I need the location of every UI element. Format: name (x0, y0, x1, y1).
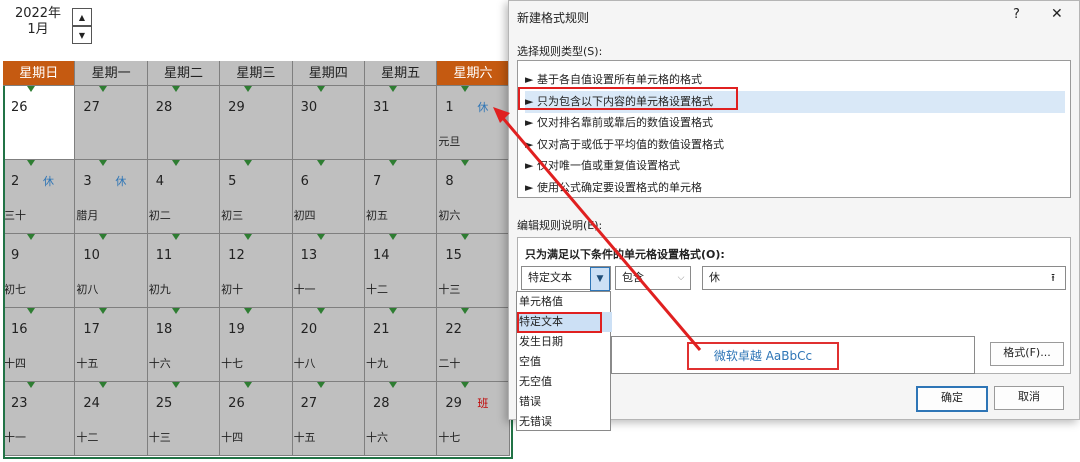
rule-type-item[interactable]: ► 使用公式确定要设置格式的单元格 (525, 177, 702, 199)
rule-type-combo-value: 特定文本 (528, 271, 572, 284)
operator-combo[interactable]: 包含 ⌵ (615, 266, 691, 290)
dialog-title: 新建格式规则 (517, 11, 590, 25)
selection-frame (3, 86, 513, 459)
close-icon[interactable]: ✕ (1051, 6, 1063, 22)
year-label: 2022年 (14, 6, 62, 21)
dropdown-option[interactable]: 空值 (517, 352, 612, 372)
rule-type-item[interactable]: ► 仅对高于或低于平均值的数值设置格式 (525, 134, 724, 156)
rule-type-item[interactable]: ► 仅对唯一值或重复值设置格式 (525, 155, 680, 177)
highlight-box-option (517, 312, 602, 333)
rule-type-combo[interactable]: 特定文本 ▼ (521, 266, 611, 291)
rule-type-label: 选择规则类型(S): (517, 45, 603, 58)
chevron-down-icon[interactable]: ⌵ (672, 267, 690, 289)
help-button[interactable]: ? (1013, 7, 1020, 22)
month-label: 1月 (27, 22, 49, 37)
year-month-display: 2022年 1月 (14, 6, 62, 38)
dropdown-option[interactable]: 单元格值 (517, 292, 612, 312)
highlight-box-rule (518, 87, 738, 110)
format-preview-text: 微软卓越 AaBbCc (687, 342, 839, 370)
spin-up-button[interactable]: ▲ (72, 8, 92, 26)
format-button[interactable]: 格式(F)... (990, 342, 1064, 366)
rule-type-list: ► 基于各自值设置所有单元格的格式 ► 只为包含以下内容的单元格设置格式 ► 仅对排… (517, 60, 1071, 198)
dropdown-option[interactable]: 无空值 (517, 372, 612, 392)
chevron-down-icon[interactable]: ▼ (590, 267, 610, 291)
cancel-button[interactable]: 取消 (994, 386, 1064, 410)
operator-combo-value: 包含 (622, 271, 644, 284)
condition-heading: 只为满足以下条件的单元格设置格式(O): (525, 248, 725, 261)
weekday-header-cell: 星期日 (3, 61, 76, 86)
weekday-header: 星期日 星期一 星期二 星期三 星期四 星期五 星期六 (3, 61, 510, 86)
dropdown-option[interactable]: 错误 (517, 392, 612, 412)
collapse-icon[interactable]: ⭱ (1045, 269, 1061, 287)
weekday-header-cell: 星期六 (437, 61, 510, 86)
dropdown-option[interactable]: 无错误 (517, 412, 612, 432)
text-value-input[interactable]: 休 (702, 266, 1066, 290)
triangle-up-icon: ▲ (78, 12, 86, 22)
weekday-header-cell: 星期四 (292, 61, 365, 86)
triangle-down-icon: ▼ (78, 30, 86, 40)
edit-rule-label: 编辑规则说明(E): (517, 219, 603, 232)
spin-down-button[interactable]: ▼ (72, 26, 92, 44)
ok-button[interactable]: 确定 (916, 386, 988, 412)
weekday-header-cell: 星期三 (220, 61, 293, 86)
text-value: 休 (709, 271, 720, 284)
dropdown-option[interactable]: 发生日期 (517, 332, 612, 352)
rule-type-item[interactable]: ► 仅对排名靠前或靠后的数值设置格式 (525, 112, 713, 134)
weekday-header-cell: 星期五 (364, 61, 438, 86)
weekday-header-cell: 星期二 (147, 61, 221, 86)
weekday-header-cell: 星期一 (75, 61, 148, 86)
